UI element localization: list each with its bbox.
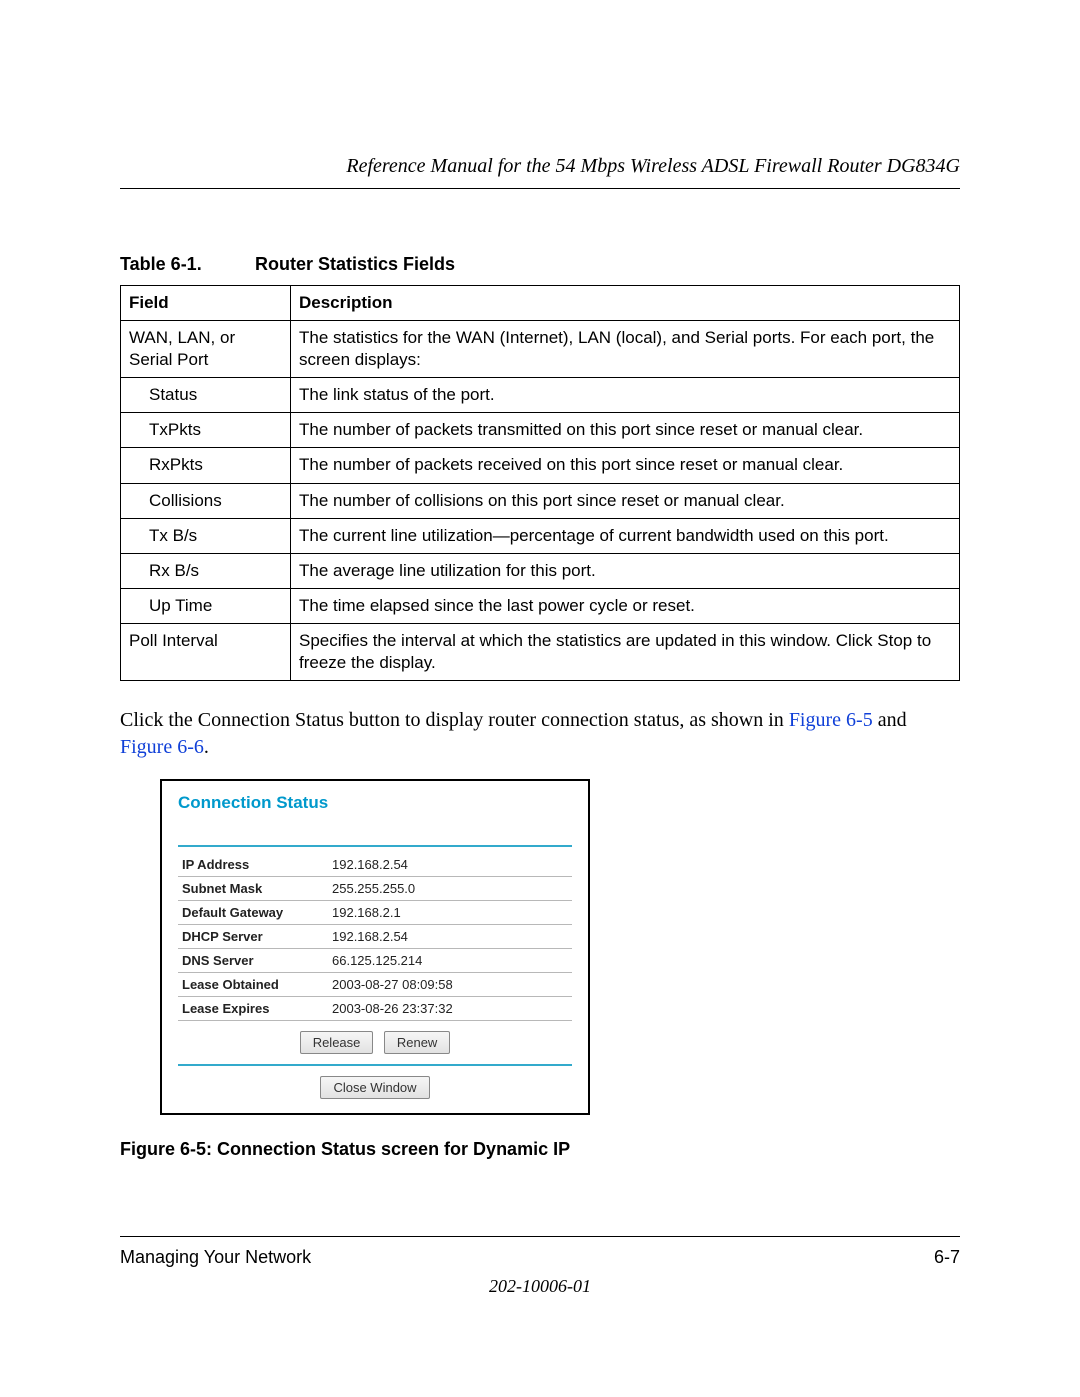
footer-section: Managing Your Network: [120, 1247, 311, 1268]
field-cell: Poll Interval: [121, 623, 291, 680]
cs-key: Lease Expires: [178, 997, 328, 1021]
xref-figure-6-5[interactable]: Figure 6-5: [789, 709, 873, 731]
description-cell: The link status of the port.: [291, 378, 960, 413]
field-cell: Up Time: [121, 588, 291, 623]
connection-status-figure: Connection Status IP Address192.168.2.54…: [160, 779, 590, 1115]
table-row: StatusThe link status of the port.: [121, 378, 960, 413]
cs-row: IP Address192.168.2.54: [178, 853, 572, 877]
col-field: Field: [121, 286, 291, 321]
description-cell: The number of packets received on this p…: [291, 448, 960, 483]
field-cell: Collisions: [121, 483, 291, 518]
table-row: Poll IntervalSpecifies the interval at w…: [121, 623, 960, 680]
connection-status-table: IP Address192.168.2.54Subnet Mask255.255…: [178, 853, 572, 1021]
table-row: Up TimeThe time elapsed since the last p…: [121, 588, 960, 623]
xref-figure-6-6[interactable]: Figure 6-6: [120, 736, 204, 758]
cs-key: Lease Obtained: [178, 973, 328, 997]
cs-rule-bottom: [178, 1064, 572, 1066]
cs-value: 2003-08-27 08:09:58: [328, 973, 572, 997]
close-window-button[interactable]: Close Window: [320, 1076, 429, 1099]
field-cell: RxPkts: [121, 448, 291, 483]
cs-key: IP Address: [178, 853, 328, 877]
cs-value: 2003-08-26 23:37:32: [328, 997, 572, 1021]
cs-row: DHCP Server192.168.2.54: [178, 925, 572, 949]
field-cell: Rx B/s: [121, 553, 291, 588]
cs-key: DHCP Server: [178, 925, 328, 949]
cs-key: Default Gateway: [178, 901, 328, 925]
table-title: Router Statistics Fields: [255, 254, 455, 274]
footer-page-number: 6-7: [934, 1247, 960, 1268]
cs-value: 192.168.2.54: [328, 925, 572, 949]
cs-row: Lease Obtained2003-08-27 08:09:58: [178, 973, 572, 997]
cs-button-row-1: Release Renew: [172, 1031, 578, 1054]
description-cell: The average line utilization for this po…: [291, 553, 960, 588]
field-cell: TxPkts: [121, 413, 291, 448]
description-cell: The statistics for the WAN (Internet), L…: [291, 321, 960, 378]
table-row: RxPktsThe number of packets received on …: [121, 448, 960, 483]
cs-button-row-2: Close Window: [172, 1076, 578, 1099]
description-cell: The number of packets transmitted on thi…: [291, 413, 960, 448]
cs-key: Subnet Mask: [178, 877, 328, 901]
table-row: TxPktsThe number of packets transmitted …: [121, 413, 960, 448]
cs-value: 192.168.2.54: [328, 853, 572, 877]
description-cell: The time elapsed since the last power cy…: [291, 588, 960, 623]
description-cell: The number of collisions on this port si…: [291, 483, 960, 518]
cs-key: DNS Server: [178, 949, 328, 973]
cs-value: 66.125.125.214: [328, 949, 572, 973]
table-label: Table 6-1.: [120, 254, 250, 275]
cs-row: Lease Expires2003-08-26 23:37:32: [178, 997, 572, 1021]
field-cell: WAN, LAN, or Serial Port: [121, 321, 291, 378]
footer-doc-number: 202-10006-01: [120, 1276, 960, 1297]
renew-button[interactable]: Renew: [384, 1031, 450, 1054]
release-button[interactable]: Release: [300, 1031, 374, 1054]
table-row: Rx B/sThe average line utilization for t…: [121, 553, 960, 588]
header-rule: [120, 188, 960, 189]
table-row: CollisionsThe number of collisions on th…: [121, 483, 960, 518]
body-pre: Click the Connection Status button to di…: [120, 709, 789, 731]
table-caption: Table 6-1. Router Statistics Fields: [120, 254, 960, 275]
router-statistics-fields-table: Field Description WAN, LAN, or Serial Po…: [120, 285, 960, 681]
description-cell: The current line utilization—percentage …: [291, 518, 960, 553]
page-footer: Managing Your Network 6-7 202-10006-01: [120, 1236, 960, 1297]
running-head: Reference Manual for the 54 Mbps Wireles…: [120, 155, 960, 178]
cs-row: DNS Server66.125.125.214: [178, 949, 572, 973]
footer-rule: [120, 1236, 960, 1237]
body-mid: and: [873, 709, 907, 731]
field-cell: Status: [121, 378, 291, 413]
connection-status-title: Connection Status: [172, 789, 578, 817]
col-description: Description: [291, 286, 960, 321]
body-post: .: [204, 736, 209, 758]
cs-rule-top: [178, 845, 572, 847]
field-cell: Tx B/s: [121, 518, 291, 553]
figure-caption: Figure 6-5: Connection Status screen for…: [120, 1139, 960, 1160]
table-row: Tx B/sThe current line utilization—perce…: [121, 518, 960, 553]
cs-value: 192.168.2.1: [328, 901, 572, 925]
cs-value: 255.255.255.0: [328, 877, 572, 901]
body-paragraph: Click the Connection Status button to di…: [120, 707, 960, 761]
cs-row: Default Gateway192.168.2.1: [178, 901, 572, 925]
cs-row: Subnet Mask255.255.255.0: [178, 877, 572, 901]
description-cell: Specifies the interval at which the stat…: [291, 623, 960, 680]
table-row: WAN, LAN, or Serial PortThe statistics f…: [121, 321, 960, 378]
